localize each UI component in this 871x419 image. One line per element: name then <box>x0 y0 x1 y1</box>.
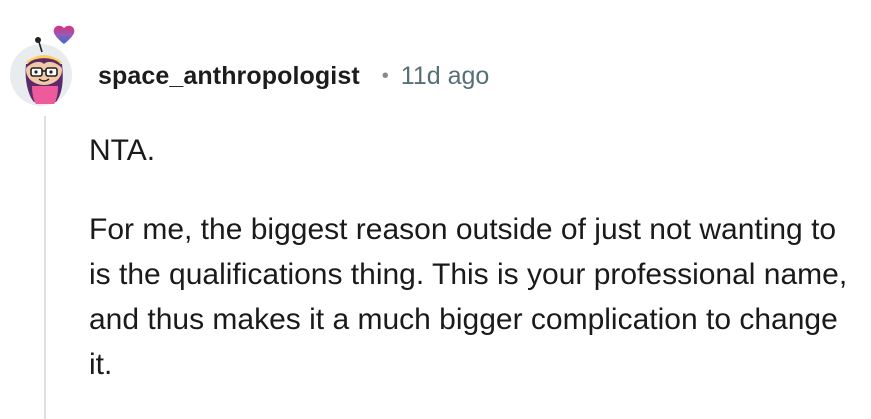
snoo-avatar-icon <box>25 25 75 104</box>
user-avatar[interactable] <box>10 25 75 106</box>
timestamp-link[interactable]: 11d ago <box>401 62 490 91</box>
comment-body: NTA. For me, the biggest reason outside … <box>89 128 859 387</box>
comment: space_anthropologist • 11d ago NTA. For … <box>0 0 871 419</box>
thread-line[interactable] <box>44 116 46 419</box>
comment-header: space_anthropologist • 11d ago <box>98 56 489 96</box>
comment-paragraph: For me, the biggest reason outside of ju… <box>89 213 848 381</box>
meta-separator: • <box>381 64 389 87</box>
comment-paragraph: NTA. <box>89 134 156 167</box>
username-link[interactable]: space_anthropologist <box>98 62 360 91</box>
bi-heart-flair-icon <box>53 25 75 44</box>
